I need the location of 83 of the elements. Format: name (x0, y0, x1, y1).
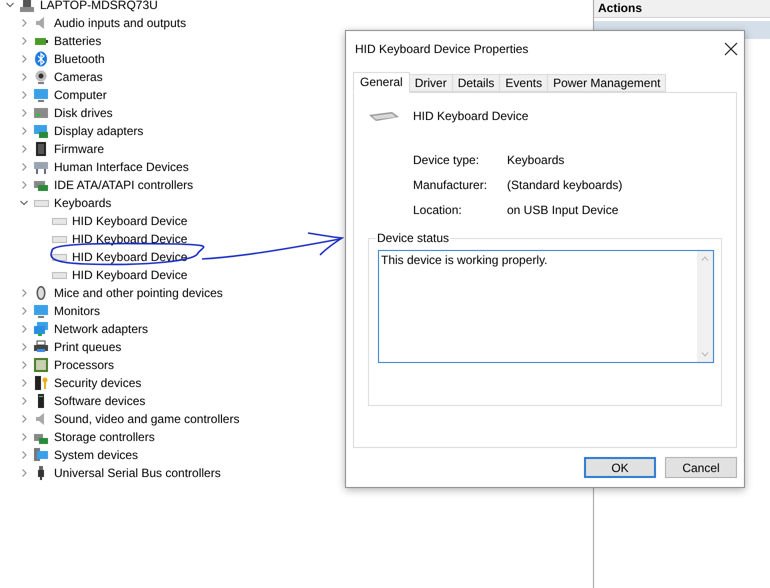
chevron-right-icon[interactable] (20, 91, 28, 99)
chevron-right-icon[interactable] (20, 379, 28, 387)
device-name: HID Keyboard Device (413, 108, 528, 125)
tree-item[interactable]: Audio inputs and outputs (54, 14, 186, 32)
chevron-right-icon[interactable] (20, 127, 28, 135)
printer-icon (33, 339, 49, 355)
chevron-right-icon[interactable] (20, 37, 28, 45)
dialog-title: HID Keyboard Device Properties (355, 41, 528, 58)
chevron-right-icon[interactable] (20, 19, 28, 27)
property-value: (Standard keyboards) (507, 177, 624, 194)
chip-icon (33, 141, 49, 157)
tree-item[interactable]: Disk drives (54, 104, 113, 122)
network-icon (33, 321, 49, 337)
key-tower-icon (33, 375, 49, 391)
actions-header: Actions (594, 0, 770, 18)
display-card-icon (33, 123, 49, 139)
chevron-right-icon[interactable] (20, 73, 28, 81)
tab[interactable]: Events (499, 74, 548, 92)
tree-item[interactable]: Batteries (54, 32, 102, 50)
chevron-right-icon[interactable] (20, 397, 28, 405)
tree-item[interactable]: Cameras (54, 68, 103, 86)
chevron-right-icon[interactable] (20, 451, 28, 459)
chevron-right-icon[interactable] (20, 433, 28, 441)
tree-item[interactable]: Software devices (54, 392, 146, 410)
chevron-down-icon[interactable] (6, 1, 14, 9)
tree-item[interactable]: LAPTOP-MDSRQ73U (40, 0, 158, 14)
chevron-right-icon[interactable] (20, 415, 28, 423)
system-icon (33, 447, 49, 463)
tree-item[interactable]: Universal Serial Bus controllers (54, 464, 221, 482)
chevron-right-icon[interactable] (20, 163, 28, 171)
chevron-right-icon[interactable] (20, 343, 28, 351)
tree-item[interactable]: Keyboards (54, 194, 112, 212)
property-label: Manufacturer: (413, 177, 488, 194)
tree-item[interactable]: System devices (54, 446, 138, 464)
keyboard-icon (368, 109, 400, 123)
property-value: Keyboards (507, 152, 566, 169)
tree-item[interactable]: Bluetooth (54, 50, 105, 68)
bluetooth-icon (33, 51, 49, 67)
chevron-right-icon[interactable] (20, 469, 28, 477)
hid-icon (33, 159, 49, 175)
property-value: on USB Input Device (507, 202, 620, 219)
chevron-right-icon[interactable] (20, 181, 28, 189)
tree-item[interactable]: Storage controllers (54, 428, 155, 446)
tree-item[interactable]: Network adapters (54, 320, 148, 338)
tree-item[interactable]: HID Keyboard Device (72, 212, 188, 230)
chevron-right-icon[interactable] (20, 145, 28, 153)
close-icon[interactable] (724, 42, 738, 56)
webcam-icon (33, 69, 49, 85)
chevron-right-icon[interactable] (20, 361, 28, 369)
chevron-right-icon[interactable] (20, 289, 28, 297)
tree-item[interactable]: Processors (54, 356, 114, 374)
tree-item[interactable]: Security devices (54, 374, 142, 392)
monitor-icon (33, 303, 49, 319)
computer-icon (19, 0, 35, 13)
tree-item[interactable]: Sound, video and game controllers (54, 410, 240, 428)
chevron-right-icon[interactable] (20, 307, 28, 315)
tree-item[interactable]: HID Keyboard Device (72, 230, 188, 248)
monitor-icon (33, 87, 49, 103)
property-label: Device type: (413, 152, 480, 169)
chevron-right-icon[interactable] (20, 55, 28, 63)
drive-icon (33, 105, 49, 121)
status-text: This device is working properly. (380, 252, 549, 269)
chevron-right-icon[interactable] (20, 109, 28, 117)
processor-icon (33, 357, 49, 373)
tree-item[interactable]: Human Interface Devices (54, 158, 189, 176)
tree-item[interactable]: Display adapters (54, 122, 144, 140)
tree-item[interactable]: Mice and other pointing devices (54, 284, 223, 302)
tab[interactable]: Details (452, 74, 500, 92)
tab[interactable]: General (353, 72, 410, 93)
tree-item[interactable]: Monitors (54, 302, 100, 320)
dialog-button[interactable]: Cancel (665, 457, 737, 478)
tab[interactable]: Power Management (547, 74, 666, 92)
chevron-right-icon[interactable] (20, 325, 28, 333)
tree-item[interactable]: IDE ATA/ATAPI controllers (54, 176, 194, 194)
tree-item[interactable]: Computer (54, 86, 107, 104)
tree-item[interactable]: Print queues (54, 338, 122, 356)
group-label: Device status (376, 231, 450, 245)
chevron-down-icon[interactable] (20, 199, 28, 207)
property-label: Location: (413, 202, 463, 219)
tree-item[interactable]: HID Keyboard Device (72, 266, 188, 284)
tab[interactable]: Driver (408, 74, 453, 92)
dialog-button[interactable]: OK (584, 457, 656, 478)
tree-item[interactable]: Firmware (54, 140, 104, 158)
